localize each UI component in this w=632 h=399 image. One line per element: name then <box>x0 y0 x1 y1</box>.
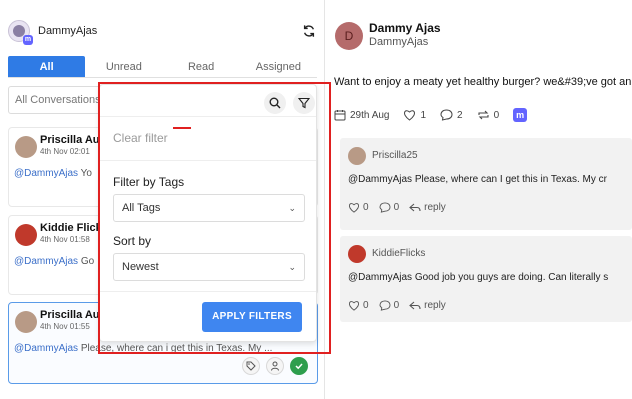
post-text: Want to enjoy a meaty yet healthy burger… <box>334 76 632 88</box>
avatar <box>348 245 366 263</box>
heart-icon <box>349 301 359 311</box>
repost-icon <box>478 110 489 120</box>
reply-icon <box>409 301 421 310</box>
highlight-box <box>98 82 331 354</box>
reply-actions: 0 0 reply <box>348 202 456 213</box>
mention-link[interactable]: @DammyAjas <box>14 343 78 354</box>
reply-actions: 0 0 reply <box>348 300 456 311</box>
calendar-icon <box>334 110 346 121</box>
post-meta: 29th Aug 1 2 0 m <box>334 108 528 122</box>
reply-item: Priscilla25 @DammyAjas Please, where can… <box>340 138 632 230</box>
avatar <box>15 311 37 333</box>
reply-comment[interactable]: 0 <box>379 202 399 213</box>
thread-author-handle: DammyAjas <box>369 36 429 48</box>
reply-comment[interactable]: 0 <box>379 300 399 311</box>
account-header: m DammyAjas <box>8 20 98 45</box>
reply-text: @DammyAjas Good job you guys are doing. … <box>348 272 609 283</box>
refresh-icon[interactable] <box>302 24 316 38</box>
conversation-tabs: All Unread Read Assigned <box>8 56 317 78</box>
heart-icon <box>349 203 359 213</box>
post-date: 29th Aug <box>334 109 389 121</box>
reply-item: KiddieFlicks @DammyAjas Good job you guy… <box>340 236 632 322</box>
highlight-mark <box>173 127 191 129</box>
mastodon-icon: m <box>23 35 33 45</box>
heart-icon <box>404 110 416 121</box>
conversation-name: Priscilla Aul <box>40 309 103 321</box>
reply-like[interactable]: 0 <box>348 300 369 311</box>
account-avatar: m <box>8 20 33 45</box>
avatar: D <box>335 22 363 50</box>
comment-icon <box>379 300 391 311</box>
comment-icon <box>440 109 453 121</box>
assign-user-icon[interactable] <box>266 357 284 375</box>
post-comments[interactable]: 2 <box>440 109 463 121</box>
reply-icon <box>409 203 421 212</box>
conversation-date: 4th Nov 01:58 <box>40 235 90 244</box>
post-reposts[interactable]: 0 <box>477 109 499 121</box>
post-likes[interactable]: 1 <box>403 109 426 121</box>
mastodon-icon: m <box>513 108 528 122</box>
account-name: DammyAjas <box>38 25 98 37</box>
reply-author: Priscilla25 <box>372 150 418 161</box>
conversation-filter-value: All Conversations <box>15 94 101 106</box>
conversation-date: 4th Nov 01:55 <box>40 322 90 331</box>
mention-link[interactable]: @DammyAjas <box>14 256 78 267</box>
tab-read[interactable]: Read <box>163 56 240 77</box>
thread-panel: D Dammy Ajas DammyAjas Want to enjoy a m… <box>326 0 632 399</box>
tab-assigned[interactable]: Assigned <box>240 56 317 77</box>
check-icon[interactable] <box>290 357 308 375</box>
tag-icon[interactable] <box>242 357 260 375</box>
reply-author: KiddieFlicks <box>372 248 426 259</box>
conversation-name: Priscilla Aul <box>40 134 103 146</box>
comment-icon <box>379 202 391 213</box>
thread-author-name: Dammy Ajas <box>369 21 441 35</box>
conversation-date: 4th Nov 02:01 <box>40 147 90 156</box>
avatar <box>15 224 37 246</box>
avatar <box>348 147 366 165</box>
tab-all[interactable]: All <box>8 56 86 77</box>
reply-like[interactable]: 0 <box>348 202 369 213</box>
avatar <box>15 136 37 158</box>
reply-text: @DammyAjas Please, where can I get this … <box>348 174 607 185</box>
reply-button[interactable]: reply <box>409 202 446 213</box>
reply-button[interactable]: reply <box>409 300 446 311</box>
tab-unread[interactable]: Unread <box>85 56 162 77</box>
conversation-actions <box>242 357 308 375</box>
mention-link[interactable]: @DammyAjas <box>14 168 78 179</box>
